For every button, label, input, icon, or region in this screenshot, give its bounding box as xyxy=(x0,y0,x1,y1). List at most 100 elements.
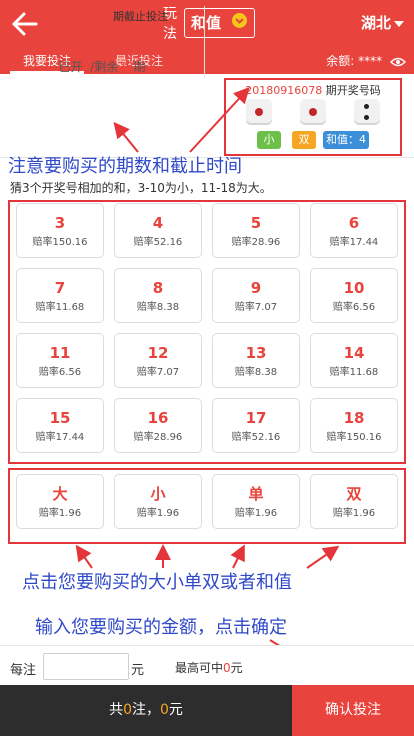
bet-count-unit: 注， xyxy=(132,702,160,718)
caret-down-icon xyxy=(394,20,404,27)
sum-option-value: 12 xyxy=(147,344,169,362)
sum-option-value: 14 xyxy=(343,344,365,362)
sum-option[interactable]: 17 赔率52.16 xyxy=(212,398,300,453)
stake-amount-input[interactable] xyxy=(43,653,129,680)
countdown-timer: 07:44:49 xyxy=(52,26,152,48)
summary-prefix: 共 xyxy=(109,702,124,718)
sum-option-value: 10 xyxy=(343,279,365,297)
sum-option-value: 11 xyxy=(49,344,71,362)
sum-option-odds: 赔率7.07 xyxy=(234,302,278,313)
sum-option[interactable]: 15 赔率17.44 xyxy=(16,398,104,453)
eye-icon[interactable] xyxy=(390,57,406,67)
region-select[interactable]: 湖北 xyxy=(361,12,404,33)
die-2 xyxy=(300,99,326,125)
sum-option-value: 16 xyxy=(147,409,169,427)
bet-option[interactable]: 小赔率1.96 xyxy=(114,474,202,529)
sum-option-odds: 赔率28.96 xyxy=(231,237,281,248)
max-win-label: 最高可中 xyxy=(175,661,224,675)
sum-option-odds: 赔率11.68 xyxy=(35,302,85,313)
sum-option[interactable]: 5 赔率28.96 xyxy=(212,203,300,258)
sum-option-odds: 赔率8.38 xyxy=(234,367,278,378)
sum-option-value: 6 xyxy=(348,214,360,232)
bet-option-value: 大 xyxy=(52,485,68,503)
bet-option-odds: 赔率1.96 xyxy=(136,508,180,519)
remain-count: 78 xyxy=(118,60,134,74)
sum-option-value: 13 xyxy=(245,344,267,362)
die-pip xyxy=(309,108,317,116)
balance: 余额: **** xyxy=(326,52,406,70)
sum-option-value: 8 xyxy=(152,279,164,297)
balance-label: 余额: xyxy=(326,54,355,68)
sum-option[interactable]: 18 赔率150.16 xyxy=(310,398,398,453)
sum-option-odds: 赔率52.16 xyxy=(133,237,183,248)
sum-option-odds: 赔率52.16 xyxy=(231,432,281,443)
balance-value: **** xyxy=(358,54,383,68)
sum-option[interactable]: 4 赔率52.16 xyxy=(114,203,202,258)
sum-option-value: 9 xyxy=(250,279,262,297)
sum-option-odds: 赔率17.44 xyxy=(35,432,85,443)
divider xyxy=(204,6,205,78)
sum-option-odds: 赔率6.56 xyxy=(38,367,82,378)
annotation-select-bet: 点击您要购买的大小单双或者和值 xyxy=(22,572,292,593)
current-period-suffix: 期截止投注 xyxy=(112,10,168,23)
max-win-unit: 元 xyxy=(230,661,243,675)
max-win-value: 0 xyxy=(223,661,231,675)
period-progress: 已开0/剩余78期 xyxy=(0,58,204,75)
bet-option[interactable]: 单赔率1.96 xyxy=(212,474,300,529)
sum-option-value: 3 xyxy=(54,214,66,232)
result-tag-even: 双 xyxy=(292,131,316,149)
sum-option[interactable]: 3 赔率150.16 xyxy=(16,203,104,258)
result-tag-sum: 和值：4 xyxy=(323,131,369,149)
rule-hint: 猜3个开奖号相加的和，3-10为小，11-18为大。 xyxy=(10,181,272,195)
annotation-period-deadline: 注意要购买的期数和截止时间 xyxy=(8,156,242,177)
sum-option-value: 18 xyxy=(343,409,365,427)
last-draw-period-suffix: 期开奖号码 xyxy=(322,84,381,97)
bet-option-value: 小 xyxy=(150,485,166,503)
sum-option-value: 7 xyxy=(54,279,66,297)
chevron-down-icon xyxy=(232,13,247,28)
last-draw-period-number: 20180916078 xyxy=(245,84,323,97)
bet-option-value: 单 xyxy=(248,485,264,503)
sum-option[interactable]: 9 赔率7.07 xyxy=(212,268,300,323)
sum-option[interactable]: 13 赔率8.38 xyxy=(212,333,300,388)
sum-option-odds: 赔率150.16 xyxy=(326,432,382,443)
confirm-bet-button[interactable]: 确认投注 xyxy=(292,685,414,736)
bet-amount: 0 xyxy=(160,702,169,718)
die-pip xyxy=(364,115,369,120)
sum-option-odds: 赔率17.44 xyxy=(329,237,379,248)
opened-prefix: 已开 xyxy=(58,60,83,74)
bet-option[interactable]: 双赔率1.96 xyxy=(310,474,398,529)
sum-option[interactable]: 7 赔率11.68 xyxy=(16,268,104,323)
sum-option-value: 4 xyxy=(152,214,164,232)
sum-option-odds: 赔率8.38 xyxy=(136,302,180,313)
opened-count: 0 xyxy=(82,60,91,74)
sum-option[interactable]: 8 赔率8.38 xyxy=(114,268,202,323)
bet-option[interactable]: 大赔率1.96 xyxy=(16,474,104,529)
die-pip xyxy=(255,108,263,116)
stake-label: 每注 xyxy=(10,663,37,678)
sum-option[interactable]: 6 赔率17.44 xyxy=(310,203,398,258)
die-1 xyxy=(246,99,272,125)
sum-option[interactable]: 14 赔率11.68 xyxy=(310,333,398,388)
die-3 xyxy=(354,99,380,125)
bet-option-odds: 赔率1.96 xyxy=(332,508,376,519)
sum-option[interactable]: 10 赔率6.56 xyxy=(310,268,398,323)
region-label: 湖北 xyxy=(360,14,391,32)
remain-suffix: 期 xyxy=(133,60,146,74)
result-tag-small: 小 xyxy=(257,131,281,149)
bet-option-odds: 赔率1.96 xyxy=(234,508,278,519)
sum-option-odds: 赔率7.07 xyxy=(136,367,180,378)
current-period-number: 20180917001 xyxy=(36,10,113,23)
sum-option[interactable]: 16 赔率28.96 xyxy=(114,398,202,453)
last-draw-period: 20180916078 期开奖号码 xyxy=(224,82,402,98)
sum-option[interactable]: 12 赔率7.07 xyxy=(114,333,202,388)
arrow-to-odd xyxy=(230,544,245,569)
sum-option-odds: 赔率28.96 xyxy=(133,432,183,443)
bet-option-odds: 赔率1.96 xyxy=(38,508,82,519)
bet-amount-unit: 元 xyxy=(168,702,183,718)
sum-option-value: 15 xyxy=(49,409,71,427)
bet-count: 0 xyxy=(123,702,132,718)
stake-row: 每注 元 最高可中0元 xyxy=(0,645,414,685)
sum-option[interactable]: 11 赔率6.56 xyxy=(16,333,104,388)
sum-option-odds: 赔率150.16 xyxy=(32,237,88,248)
